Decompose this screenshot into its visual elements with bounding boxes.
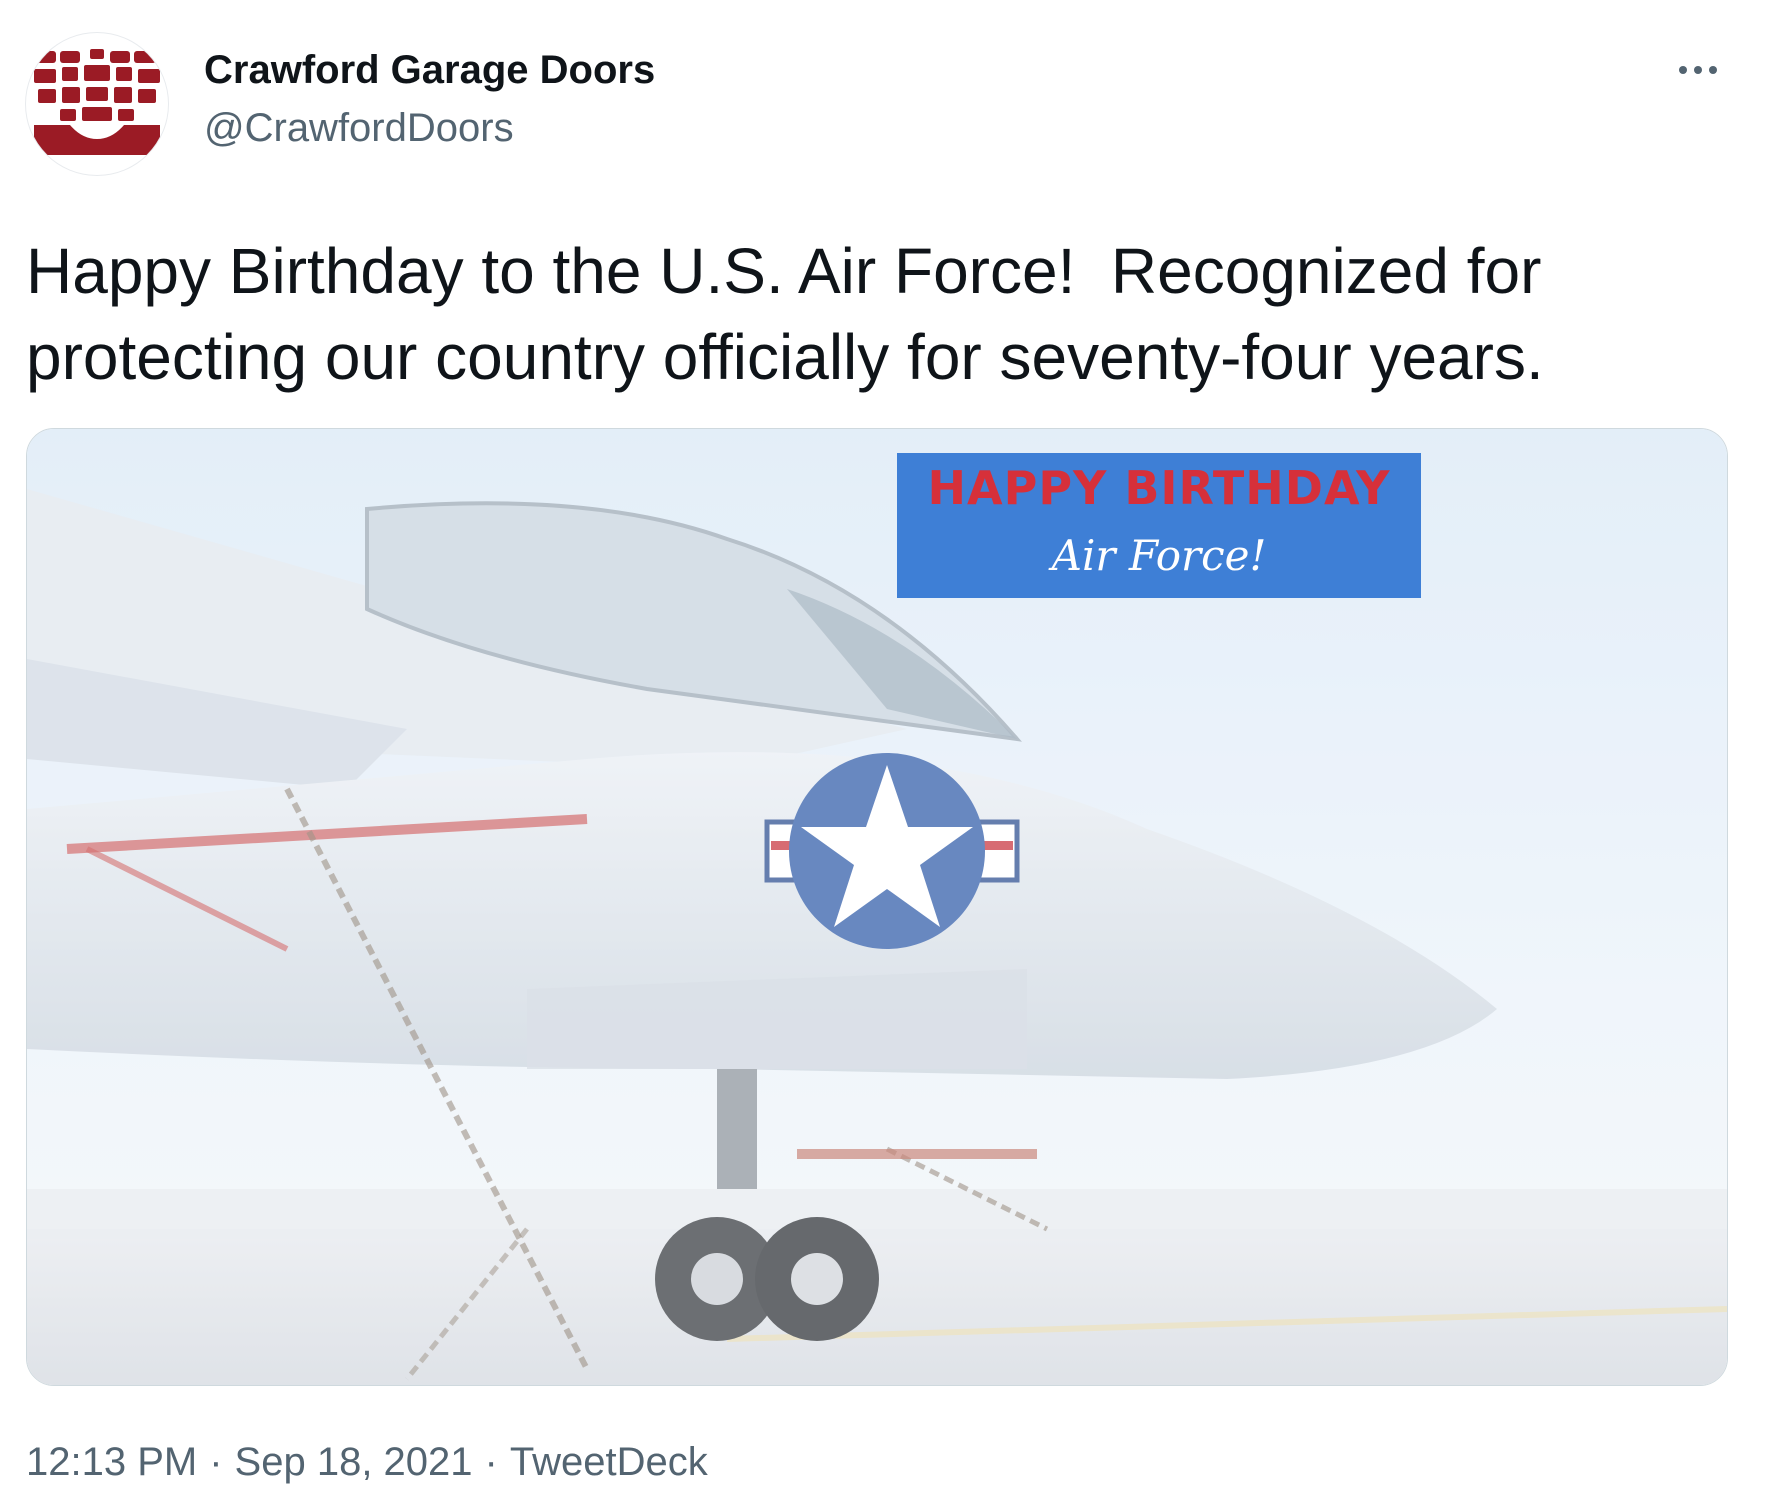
fighter-jet-photo bbox=[27, 429, 1727, 1385]
tweet-text: Happy Birthday to the U.S. Air Force! Re… bbox=[26, 235, 1544, 393]
account-handle[interactable]: @CrawfordDoors bbox=[204, 106, 514, 151]
separator: · bbox=[484, 1440, 498, 1484]
more-dot bbox=[1694, 66, 1702, 74]
birthday-banner: HAPPY BIRTHDAY Air Force! bbox=[897, 453, 1421, 598]
banner-subtitle: Air Force! bbox=[1051, 531, 1267, 580]
tweet-media-image[interactable]: HAPPY BIRTHDAY Air Force! bbox=[26, 428, 1728, 1386]
tweet-source-link[interactable]: TweetDeck bbox=[510, 1440, 708, 1484]
separator: · bbox=[209, 1440, 223, 1484]
more-dot bbox=[1709, 66, 1717, 74]
tweet-metadata: 12:13 PM · Sep 18, 2021 · TweetDeck bbox=[26, 1440, 708, 1485]
tweet-time-link[interactable]: 12:13 PM bbox=[26, 1440, 197, 1484]
more-dot bbox=[1679, 66, 1687, 74]
avatar[interactable] bbox=[26, 33, 168, 175]
tweet-date-link[interactable]: Sep 18, 2021 bbox=[235, 1440, 473, 1484]
account-display-name[interactable]: Crawford Garage Doors bbox=[204, 48, 655, 93]
tweet-card: Crawford Garage Doors @CrawfordDoors Hap… bbox=[0, 0, 1781, 1500]
crawford-logo-icon bbox=[34, 49, 160, 155]
more-horizontal-icon[interactable] bbox=[1668, 50, 1728, 90]
banner-title: HAPPY BIRTHDAY bbox=[927, 461, 1391, 515]
